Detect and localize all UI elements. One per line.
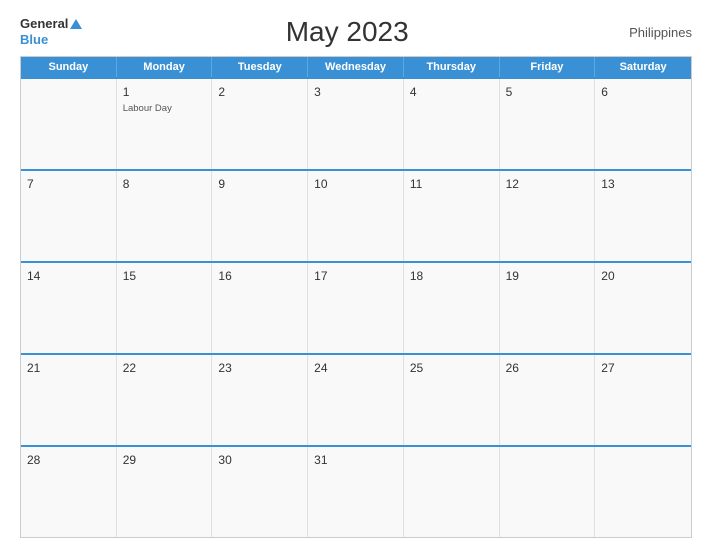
week2-fri: 12 xyxy=(500,171,596,261)
week2-sun: 7 xyxy=(21,171,117,261)
header: General Blue May 2023 Philippines xyxy=(20,16,692,48)
header-tuesday: Tuesday xyxy=(212,57,308,77)
week1-tue: 2 xyxy=(212,79,308,169)
logo: General Blue xyxy=(20,16,82,47)
week5-fri xyxy=(500,447,596,537)
week3-wed: 17 xyxy=(308,263,404,353)
week1-sun xyxy=(21,79,117,169)
week3-sun: 14 xyxy=(21,263,117,353)
week5-tue: 30 xyxy=(212,447,308,537)
week1-wed: 3 xyxy=(308,79,404,169)
month-title: May 2023 xyxy=(82,16,612,48)
week2-sat: 13 xyxy=(595,171,691,261)
week2-mon: 8 xyxy=(117,171,213,261)
week4-tue: 23 xyxy=(212,355,308,445)
week5-thu xyxy=(404,447,500,537)
week5-sat xyxy=(595,447,691,537)
labour-day-label: Labour Day xyxy=(123,103,206,114)
calendar: Sunday Monday Tuesday Wednesday Thursday… xyxy=(20,56,692,538)
calendar-header-row: Sunday Monday Tuesday Wednesday Thursday… xyxy=(21,57,691,77)
header-wednesday: Wednesday xyxy=(308,57,404,77)
week-3: 14 15 16 17 18 19 20 xyxy=(21,261,691,353)
week3-tue: 16 xyxy=(212,263,308,353)
week5-wed: 31 xyxy=(308,447,404,537)
country-label: Philippines xyxy=(612,25,692,40)
header-monday: Monday xyxy=(117,57,213,77)
week3-sat: 20 xyxy=(595,263,691,353)
week3-mon: 15 xyxy=(117,263,213,353)
header-thursday: Thursday xyxy=(404,57,500,77)
week-2: 7 8 9 10 11 12 13 xyxy=(21,169,691,261)
logo-triangle-icon xyxy=(70,19,82,29)
week4-sun: 21 xyxy=(21,355,117,445)
calendar-body: 1 Labour Day 2 3 4 5 6 xyxy=(21,77,691,537)
week4-sat: 27 xyxy=(595,355,691,445)
week1-thu: 4 xyxy=(404,79,500,169)
header-saturday: Saturday xyxy=(595,57,691,77)
week5-mon: 29 xyxy=(117,447,213,537)
week-1: 1 Labour Day 2 3 4 5 6 xyxy=(21,77,691,169)
week2-thu: 11 xyxy=(404,171,500,261)
week4-fri: 26 xyxy=(500,355,596,445)
logo-general-text: General xyxy=(20,16,68,32)
calendar-page: General Blue May 2023 Philippines Sunday… xyxy=(0,0,712,550)
logo-blue-text: Blue xyxy=(20,32,82,48)
week2-tue: 9 xyxy=(212,171,308,261)
week1-fri: 5 xyxy=(500,79,596,169)
week3-fri: 19 xyxy=(500,263,596,353)
week5-sun: 28 xyxy=(21,447,117,537)
week1-sat: 6 xyxy=(595,79,691,169)
week-4: 21 22 23 24 25 26 27 xyxy=(21,353,691,445)
week4-mon: 22 xyxy=(117,355,213,445)
week1-mon: 1 Labour Day xyxy=(117,79,213,169)
week3-thu: 18 xyxy=(404,263,500,353)
week2-wed: 10 xyxy=(308,171,404,261)
week4-wed: 24 xyxy=(308,355,404,445)
week4-thu: 25 xyxy=(404,355,500,445)
week-5: 28 29 30 31 xyxy=(21,445,691,537)
header-friday: Friday xyxy=(500,57,596,77)
header-sunday: Sunday xyxy=(21,57,117,77)
